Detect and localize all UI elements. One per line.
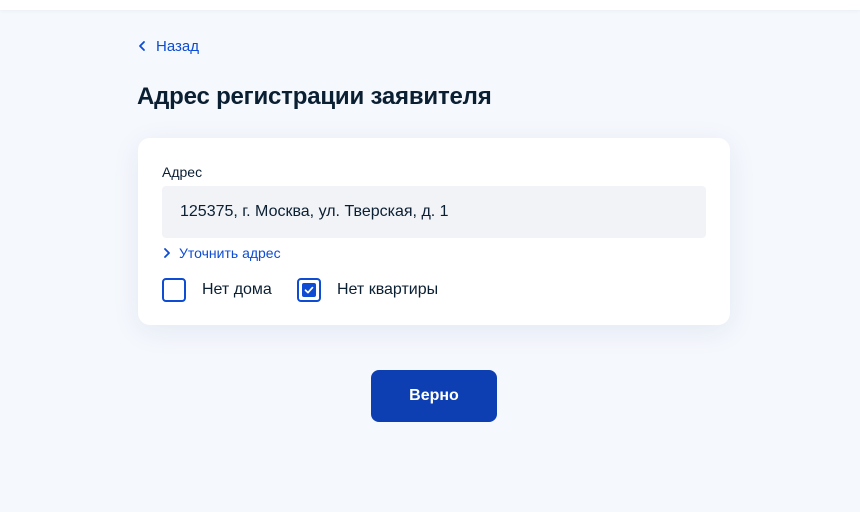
refine-address-label: Уточнить адрес bbox=[179, 245, 281, 261]
no-house-checkbox[interactable] bbox=[162, 278, 186, 302]
no-house-option[interactable]: Нет дома bbox=[162, 278, 272, 302]
address-field-label: Адрес bbox=[162, 164, 203, 180]
back-link-label: Назад bbox=[156, 37, 199, 55]
chevron-left-icon bbox=[137, 36, 147, 56]
page-title: Адрес регистрации заявителя bbox=[137, 83, 492, 110]
address-card: Адрес Уточнить адрес Нет дома Нет кварти… bbox=[138, 138, 730, 325]
back-link[interactable]: Назад bbox=[137, 36, 199, 56]
address-input[interactable] bbox=[162, 186, 706, 238]
top-bar bbox=[0, 0, 860, 10]
no-apartment-checkbox[interactable] bbox=[297, 278, 321, 302]
no-house-label: Нет дома bbox=[202, 281, 272, 298]
checkmark-icon bbox=[302, 283, 316, 297]
confirm-button[interactable]: Верно bbox=[371, 370, 497, 422]
no-apartment-label: Нет квартиры bbox=[337, 281, 439, 298]
refine-address-link[interactable]: Уточнить адрес bbox=[162, 244, 281, 262]
no-apartment-option[interactable]: Нет квартиры bbox=[297, 278, 438, 302]
chevron-right-icon bbox=[162, 244, 171, 262]
